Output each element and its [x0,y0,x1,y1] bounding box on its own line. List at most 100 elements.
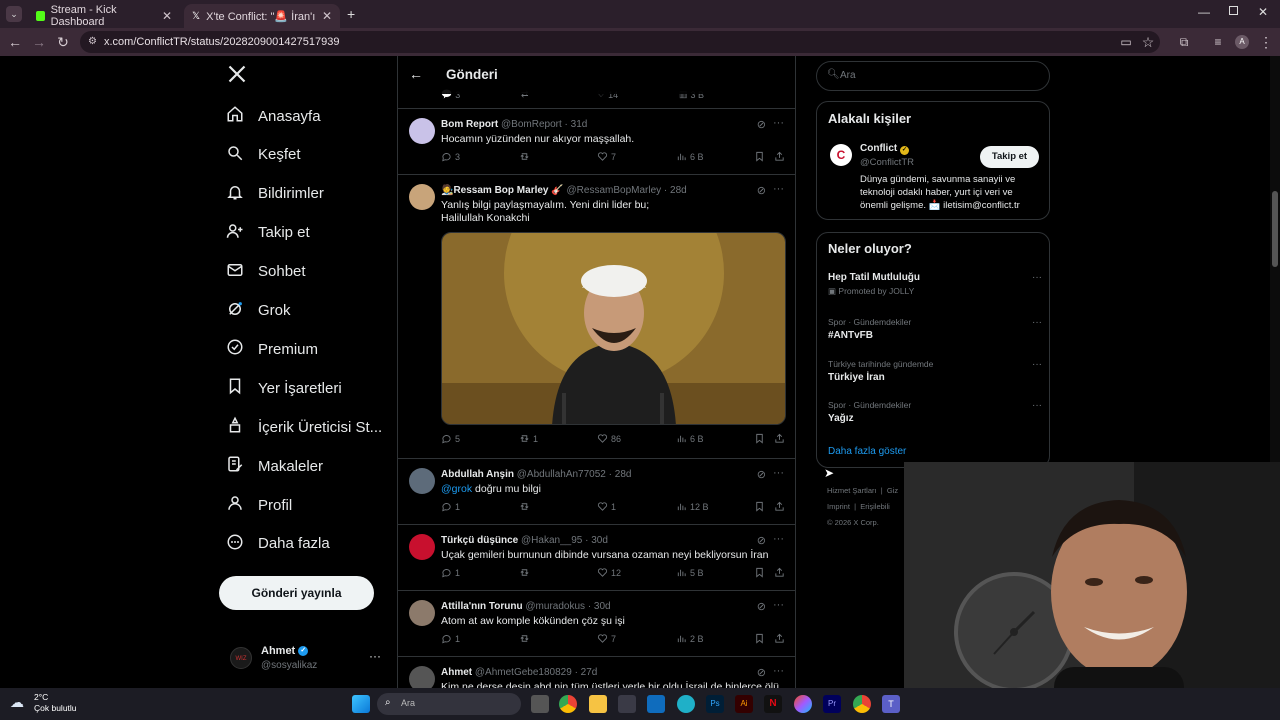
grok-icon[interactable]: ⊘ [757,184,766,197]
nav-item-follow[interactable]: Takip et [226,215,310,251]
share-button[interactable] [774,567,785,578]
install-icon[interactable]: ▭ [1118,34,1134,50]
close-icon[interactable]: ✕ [162,9,172,23]
maximize-icon[interactable] [1229,6,1238,15]
store-icon[interactable] [618,695,636,713]
share-button[interactable] [774,633,785,644]
bookmark-button[interactable] [754,151,765,162]
nav-item-articles[interactable]: Makaleler [226,448,323,484]
like-button[interactable]: 86 [597,433,621,444]
tab-kick[interactable]: Stream - Kick Dashboard ✕ [28,4,180,28]
x-logo-icon[interactable] [227,64,247,84]
grok-icon[interactable]: ⊘ [757,468,766,481]
illustrator-icon[interactable]: Ai [735,695,753,713]
more-icon[interactable]: ··· [1032,400,1042,411]
star-icon[interactable]: ☆ [1140,34,1156,50]
forward-icon[interactable]: → [31,34,47,50]
tweet-image[interactable] [441,232,786,425]
author-name[interactable]: Abdullah Anşin [441,469,514,480]
more-icon[interactable]: ··· [773,665,784,677]
teams-icon[interactable]: T [882,695,900,713]
close-icon[interactable]: ✕ [322,9,332,23]
avatar[interactable] [409,468,435,494]
like-button[interactable]: 1 [597,501,616,512]
more-icon[interactable]: ··· [1032,317,1042,328]
trend-item[interactable]: Türkiye tarihinde gündemde Türkiye İran ··… [828,359,1042,383]
search-input[interactable]: 🔍︎ Ara [816,61,1050,91]
tab-list-icon[interactable]: ⌄ [6,6,22,22]
more-icon[interactable]: ··· [773,467,784,479]
mail-icon[interactable] [647,695,665,713]
accessibility-link[interactable]: Erişilebili [860,502,890,511]
related-name[interactable]: Conflict [860,143,897,154]
more-icon[interactable]: ··· [773,117,784,129]
author-name[interactable]: Türkçü düşünce [441,535,518,546]
reply-button[interactable]: 1 [441,501,460,512]
grok-icon[interactable]: ⊘ [757,600,766,613]
views-button[interactable]: 12 B [676,501,709,512]
retweet-button[interactable] [519,501,533,512]
more-icon[interactable]: ··· [773,533,784,545]
mention-link[interactable]: @grok [441,483,472,495]
back-icon[interactable]: ← [7,34,23,50]
avatar[interactable]: C [830,144,852,166]
edge-icon[interactable] [677,695,695,713]
avatar[interactable] [409,118,435,144]
avatar[interactable] [409,600,435,626]
back-arrow-icon[interactable]: ← [409,66,423,82]
premiere-icon[interactable]: Pr [823,695,841,713]
nav-item-creator[interactable]: İçerik Üreticisi St... [226,409,382,445]
tweet[interactable]: 🧑‍🎨Ressam Bop Marley 🎸 @RessamBopMarley … [398,175,795,459]
more-icon[interactable]: ··· [773,599,784,611]
tweet[interactable]: Attilla'nın Torunu @muradokus · 30d ⊘ ··· A… [398,591,795,657]
share-button[interactable] [774,151,785,162]
avatar[interactable]: A [1235,35,1249,49]
nav-item-home[interactable]: Anasayfa [226,98,321,134]
author-name[interactable]: Bom Report [441,119,498,130]
minimize-icon[interactable]: — [1198,5,1210,19]
views-button[interactable]: 6 B [676,151,704,162]
like-button[interactable]: 12 [597,567,621,578]
like-button[interactable]: 7 [597,151,616,162]
grok-icon[interactable]: ⊘ [757,534,766,547]
share-button[interactable] [774,433,785,444]
figma-icon[interactable] [794,695,812,713]
retweet-button[interactable] [519,633,533,644]
reply-button[interactable]: 5 [441,433,460,444]
privacy-link[interactable]: Giz [887,486,898,495]
trend-item[interactable]: Hep Tatil Mutluluğu ▣ Promoted by JOLLY ··… [828,272,1042,297]
share-button[interactable] [774,501,785,512]
new-tab-icon[interactable]: + [347,6,355,22]
reload-icon[interactable]: ↻ [55,34,71,50]
avatar[interactable] [409,534,435,560]
bookmark-button[interactable] [754,501,765,512]
reply-button[interactable]: 1 [441,633,460,644]
nav-item-bookmark[interactable]: Yer İşaretleri [226,370,342,406]
author-name[interactable]: 🧑‍🎨Ressam Bop Marley 🎸 [441,185,564,196]
avatar[interactable] [409,184,435,210]
bookmark-button[interactable] [754,633,765,644]
reply-button[interactable]: 3 [441,151,460,162]
views-button[interactable]: 6 B [676,433,704,444]
author-name[interactable]: Ahmet [441,667,472,678]
author-name[interactable]: Attilla'nın Torunu [441,601,523,612]
task-view-icon[interactable] [531,695,549,713]
show-more-link[interactable]: Daha fazla göster [828,446,906,457]
tweet[interactable]: Bom Report @BomReport · 31d ⊘ ··· Hocamın y… [398,109,795,175]
retweet-button[interactable]: 1 [519,433,538,444]
nav-item-bell[interactable]: Bildirimler [226,176,324,212]
trend-item[interactable]: Spor · Gündemdekiler #ANTvFB ··· [828,317,1042,341]
follow-button[interactable]: Takip et [980,146,1039,168]
more-icon[interactable]: ··· [1032,359,1042,370]
more-icon[interactable]: ··· [1032,272,1042,283]
chrome-active-icon[interactable] [853,695,871,713]
retweet-button[interactable] [519,567,533,578]
views-button[interactable]: 5 B [676,567,704,578]
retweet-button[interactable] [519,151,533,162]
close-window-icon[interactable]: ✕ [1258,5,1268,19]
more-icon[interactable]: ··· [369,649,381,663]
nav-item-mail[interactable]: Sohbet [226,254,306,290]
tab-x[interactable]: 𝕏 X'te Conflict: "🚨 İran'ın yeni di ✕ [184,4,340,28]
chrome-icon[interactable] [559,695,577,713]
scrollbar-thumb[interactable] [1272,191,1278,267]
